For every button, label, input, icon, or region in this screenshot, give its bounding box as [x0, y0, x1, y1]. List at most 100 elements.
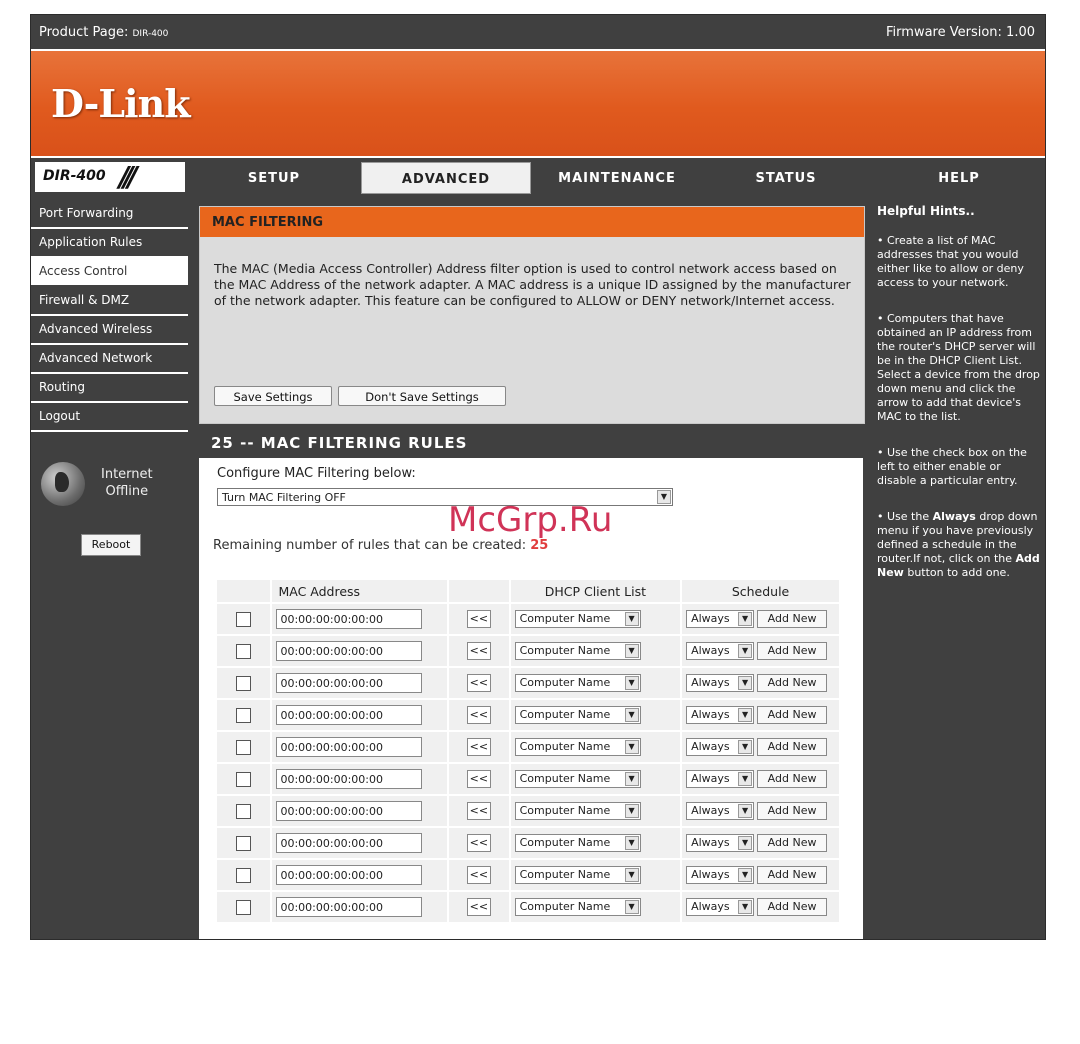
sidebar-item-advanced-wireless[interactable]: Advanced Wireless	[31, 316, 188, 345]
dhcp-client-select[interactable]: Computer Name ▼	[514, 866, 641, 884]
mac-address-input[interactable]: 00:00:00:00:00:00	[276, 769, 423, 789]
dhcp-client-select[interactable]: Computer Name ▼	[514, 706, 641, 724]
dhcp-client-select[interactable]: Computer Name ▼	[514, 802, 641, 820]
add-new-schedule-button[interactable]: Add New	[757, 706, 828, 724]
mac-address-input[interactable]: 00:00:00:00:00:00	[276, 833, 423, 853]
dhcp-client-select[interactable]: Computer Name ▼	[514, 610, 641, 628]
sidebar-item-application-rules[interactable]: Application Rules	[31, 229, 188, 258]
schedule-select[interactable]: Always ▼	[686, 898, 755, 916]
mac-address-input[interactable]: 00:00:00:00:00:00	[276, 673, 423, 693]
enable-checkbox[interactable]	[236, 899, 252, 915]
sidebar-item-advanced-network[interactable]: Advanced Network	[31, 345, 188, 374]
dhcp-client-select[interactable]: Computer Name ▼	[514, 642, 641, 660]
copy-mac-arrow-button[interactable]: <<	[466, 706, 491, 724]
enable-checkbox[interactable]	[236, 643, 252, 659]
dhcp-client-select[interactable]: Computer Name ▼	[514, 738, 641, 756]
mac-address-input[interactable]: 00:00:00:00:00:00	[276, 705, 423, 725]
col-mac-address: MAC Address	[272, 580, 448, 602]
dhcp-client-select[interactable]: Computer Name ▼	[514, 674, 641, 692]
enable-checkbox[interactable]	[236, 867, 252, 883]
mac-address-input[interactable]: 00:00:00:00:00:00	[276, 865, 423, 885]
dont-save-settings-button[interactable]: Don't Save Settings	[338, 386, 506, 406]
save-settings-button[interactable]: Save Settings	[214, 386, 332, 406]
enable-checkbox[interactable]	[236, 739, 252, 755]
section-title: MAC FILTERING	[200, 207, 864, 237]
copy-mac-arrow-button[interactable]: <<	[466, 674, 491, 692]
schedule-select[interactable]: Always ▼	[686, 674, 755, 692]
sidebar-item-port-forwarding[interactable]: Port Forwarding	[31, 200, 188, 229]
rules-title: 25 -- MAC FILTERING RULES	[199, 428, 863, 458]
copy-mac-arrow-button[interactable]: <<	[466, 834, 491, 852]
schedule-select[interactable]: Always ▼	[686, 770, 755, 788]
dhcp-client-select[interactable]: Computer Name ▼	[514, 898, 641, 916]
status-line-offline: Offline	[105, 484, 149, 499]
add-new-schedule-button[interactable]: Add New	[757, 866, 828, 884]
copy-mac-arrow-button[interactable]: <<	[466, 898, 491, 916]
copy-mac-arrow-button[interactable]: <<	[466, 738, 491, 756]
schedule-select[interactable]: Always ▼	[686, 706, 755, 724]
main-content: MAC FILTERING The MAC (Media Access Cont…	[191, 200, 871, 939]
mac-address-input[interactable]: 00:00:00:00:00:00	[276, 641, 423, 661]
add-new-schedule-button[interactable]: Add New	[757, 738, 828, 756]
chevron-down-icon: ▼	[624, 740, 639, 754]
help-panel: Helpful Hints.. • Create a list of MAC a…	[873, 200, 1045, 939]
rules-body: 00:00:00:00:00:00 << Computer Name ▼ Always ▼…	[217, 604, 839, 922]
schedule-select[interactable]: Always ▼	[686, 610, 755, 628]
add-new-schedule-button[interactable]: Add New	[757, 834, 828, 852]
schedule-select[interactable]: Always ▼	[686, 866, 755, 884]
enable-checkbox[interactable]	[236, 707, 252, 723]
table-row: 00:00:00:00:00:00 << Computer Name ▼ Always ▼…	[217, 700, 839, 730]
add-new-schedule-button[interactable]: Add New	[757, 802, 828, 820]
chevron-down-icon: ▼	[738, 612, 753, 626]
tab-status[interactable]: STATUS	[703, 162, 869, 194]
chevron-down-icon: ▼	[624, 772, 639, 786]
sidebar-item-routing[interactable]: Routing	[31, 374, 188, 403]
enable-checkbox[interactable]	[236, 835, 252, 851]
schedule-select[interactable]: Always ▼	[686, 834, 755, 852]
mac-address-input[interactable]: 00:00:00:00:00:00	[276, 609, 423, 629]
copy-mac-arrow-button[interactable]: <<	[466, 610, 491, 628]
copy-mac-arrow-button[interactable]: <<	[466, 642, 491, 660]
sidebar-item-access-control[interactable]: Access Control	[31, 258, 188, 287]
schedule-select[interactable]: Always ▼	[686, 802, 755, 820]
table-row: 00:00:00:00:00:00 << Computer Name ▼ Always ▼…	[217, 732, 839, 762]
schedule-select[interactable]: Always ▼	[686, 642, 755, 660]
reboot-button[interactable]: Reboot	[81, 534, 141, 556]
enable-checkbox[interactable]	[236, 771, 252, 787]
schedule-select[interactable]: Always ▼	[686, 738, 755, 756]
firmware-version: Firmware Version: 1.00	[886, 25, 1035, 40]
chevron-down-icon: ▼	[624, 676, 639, 690]
product-page-label: Product Page: DIR-400	[39, 25, 169, 40]
dhcp-client-select[interactable]: Computer Name ▼	[514, 770, 641, 788]
model-badge: DIR-400 ///	[35, 160, 185, 193]
enable-checkbox[interactable]	[236, 675, 252, 691]
add-new-schedule-button[interactable]: Add New	[757, 642, 828, 660]
copy-mac-arrow-button[interactable]: <<	[466, 770, 491, 788]
copy-mac-arrow-button[interactable]: <<	[466, 802, 491, 820]
tab-setup[interactable]: SETUP	[191, 162, 357, 194]
tab-advanced[interactable]: ADVANCED	[361, 162, 531, 194]
dhcp-client-select[interactable]: Computer Name ▼	[514, 834, 641, 852]
add-new-schedule-button[interactable]: Add New	[757, 610, 828, 628]
mac-address-input[interactable]: 00:00:00:00:00:00	[276, 897, 423, 917]
chevron-down-icon: ▼	[738, 868, 753, 882]
enable-checkbox[interactable]	[236, 611, 252, 627]
chevron-down-icon: ▼	[624, 708, 639, 722]
mac-address-input[interactable]: 00:00:00:00:00:00	[276, 737, 423, 757]
tab-help[interactable]: HELP	[873, 162, 1045, 194]
chevron-down-icon: ▼	[738, 900, 753, 914]
copy-mac-arrow-button[interactable]: <<	[466, 866, 491, 884]
add-new-schedule-button[interactable]: Add New	[757, 770, 828, 788]
add-new-schedule-button[interactable]: Add New	[757, 674, 828, 692]
chevron-down-icon: ▼	[624, 612, 639, 626]
mac-address-input[interactable]: 00:00:00:00:00:00	[276, 801, 423, 821]
chevron-down-icon: ▼	[738, 740, 753, 754]
chevron-down-icon: ▼	[624, 868, 639, 882]
add-new-schedule-button[interactable]: Add New	[757, 898, 828, 916]
sidebar-item-logout[interactable]: Logout	[31, 403, 188, 432]
sidebar-item-firewall-dmz[interactable]: Firewall & DMZ	[31, 287, 188, 316]
table-row: 00:00:00:00:00:00 << Computer Name ▼ Always ▼…	[217, 636, 839, 666]
tab-maintenance[interactable]: MAINTENANCE	[533, 162, 701, 194]
enable-checkbox[interactable]	[236, 803, 252, 819]
chevron-down-icon: ▼	[738, 772, 753, 786]
